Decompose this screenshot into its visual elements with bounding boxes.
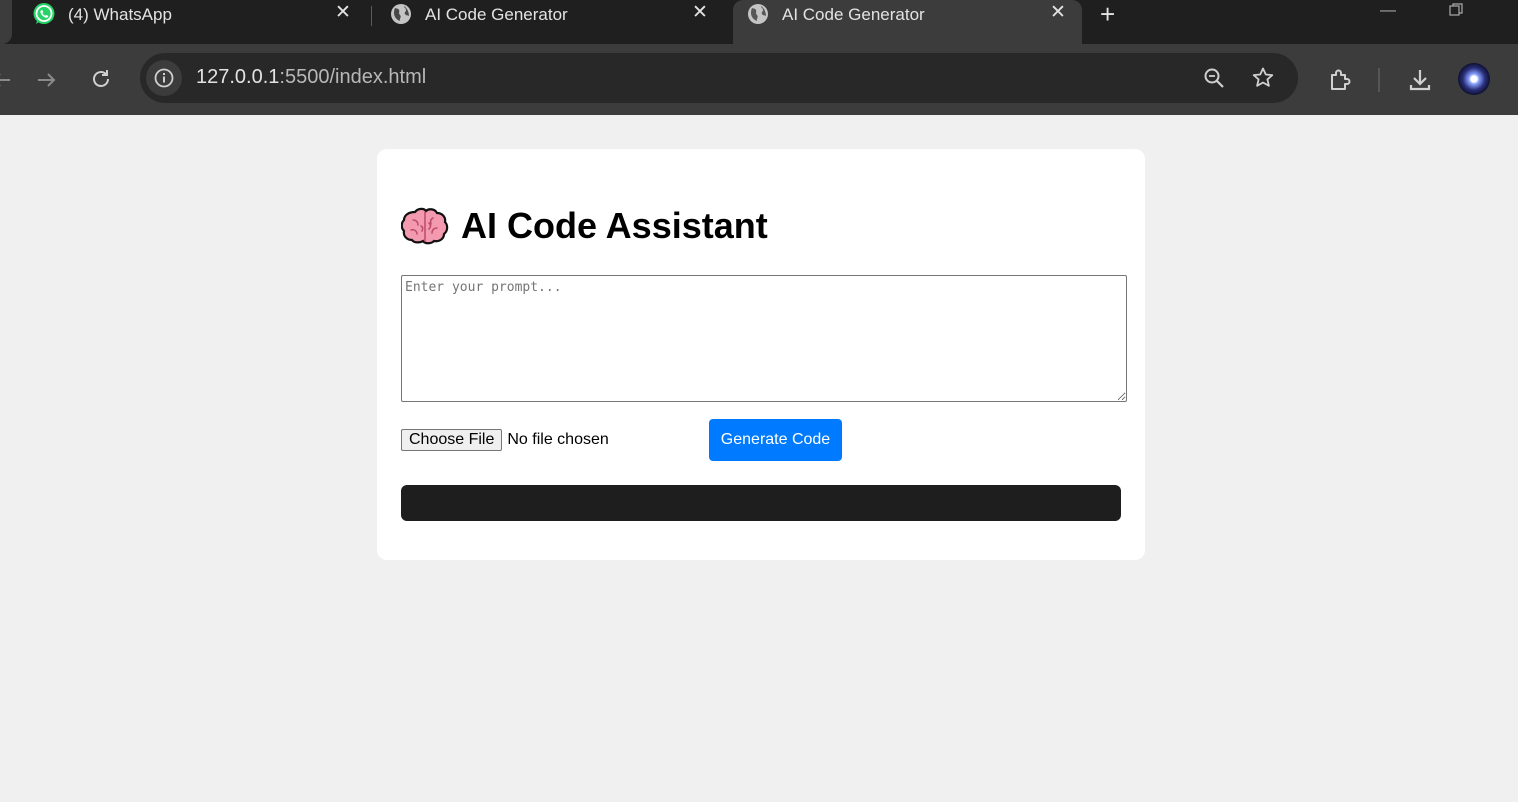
page-title: AI Code Assistant (401, 205, 768, 247)
globe-icon (746, 2, 770, 26)
choose-file-button[interactable]: Choose File (401, 429, 503, 451)
tab-whatsapp[interactable]: (4) WhatsApp ✕ (32, 0, 362, 44)
address-bar[interactable]: 127.0.0.1:5500/index.html (140, 53, 1298, 103)
site-info-icon[interactable] (146, 60, 182, 96)
brain-icon (401, 207, 449, 245)
prompt-input[interactable] (401, 275, 1127, 402)
browser-toolbar: 127.0.0.1:5500/index.html (0, 44, 1518, 115)
reload-icon[interactable] (89, 67, 113, 91)
url-text[interactable]: 127.0.0.1:5500/index.html (196, 66, 426, 89)
minimize-icon[interactable]: — (1380, 2, 1396, 20)
tab-separator (371, 6, 372, 26)
tab-title: (4) WhatsApp (68, 5, 172, 24)
close-tab-icon[interactable]: ✕ (335, 3, 351, 23)
restore-icon[interactable] (1448, 2, 1464, 23)
generate-code-button[interactable]: Generate Code (709, 419, 842, 461)
forward-arrow-icon[interactable] (35, 68, 59, 92)
zoom-icon[interactable] (1202, 66, 1226, 90)
tab-ai-code-generator[interactable]: AI Code Generator ✕ (389, 0, 719, 44)
profile-avatar[interactable] (1458, 63, 1490, 95)
new-tab-plus-icon[interactable]: + (1100, 1, 1115, 27)
page-viewport: AI Code Assistant Choose File No file ch… (0, 115, 1518, 802)
close-tab-icon[interactable]: ✕ (692, 3, 708, 23)
file-status-text: No file chosen (507, 431, 609, 448)
tab-title: AI Code Generator (425, 5, 568, 24)
url-path: :5500/index.html (279, 66, 427, 88)
previous-tab-edge[interactable] (0, 0, 12, 44)
toolbar-divider (1378, 68, 1380, 92)
close-tab-icon[interactable]: ✕ (1050, 3, 1066, 23)
tab-title: AI Code Generator (782, 5, 925, 24)
code-output-box (401, 485, 1121, 521)
extensions-puzzle-icon[interactable] (1326, 66, 1354, 94)
download-icon[interactable] (1406, 66, 1434, 94)
tab-ai-code-generator-active[interactable]: AI Code Generator ✕ (746, 0, 1076, 44)
page-title-text: AI Code Assistant (461, 205, 768, 246)
bookmark-star-icon[interactable] (1250, 65, 1276, 91)
tab-strip: (4) WhatsApp ✕ AI Code Generator ✕ AI Co… (0, 0, 1518, 44)
assistant-card: AI Code Assistant Choose File No file ch… (377, 149, 1145, 560)
whatsapp-icon (32, 2, 56, 26)
globe-icon (389, 2, 413, 26)
url-host: 127.0.0.1 (196, 66, 280, 88)
file-upload[interactable]: Choose File No file chosen (401, 429, 609, 451)
back-arrow-icon[interactable] (0, 68, 12, 92)
